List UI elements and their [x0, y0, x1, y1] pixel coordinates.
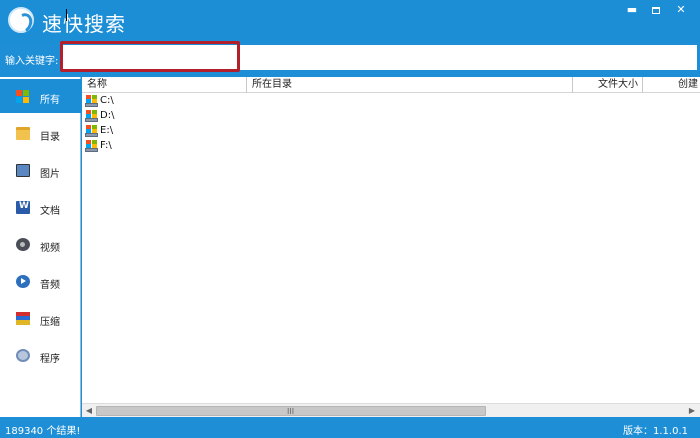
sidebar-item-label: 图片 [40, 169, 60, 180]
title-bar[interactable]: 速快搜索 ▬ ✕ [0, 0, 700, 42]
row-name: D:\ [100, 110, 115, 121]
close-button[interactable]: ✕ [670, 2, 692, 18]
column-header-created[interactable]: 创建 [643, 77, 700, 93]
drive-icon [85, 140, 98, 152]
sidebar-item-label: 文档 [40, 206, 60, 217]
results-list: 名称 所在目录 文件大小 创建 C:\ D:\ E:\ F:\ ◀ III ▶ [82, 77, 700, 417]
scroll-right-icon[interactable]: ▶ [687, 406, 697, 416]
maximize-button[interactable] [645, 2, 667, 18]
sidebar-item-label: 目录 [40, 132, 60, 143]
drive-icon [85, 110, 98, 122]
app-logo-icon [8, 7, 34, 33]
sidebar-item-folders[interactable]: 目录 [0, 116, 81, 150]
sidebar-item-archives[interactable]: 压缩 [0, 301, 81, 335]
category-sidebar: 所有 目录 图片 文档 视频 音频 压缩 程序 [0, 77, 81, 417]
folder-icon [16, 127, 30, 140]
sidebar-item-videos[interactable]: 视频 [0, 227, 81, 261]
search-highlight-annotation [60, 41, 240, 72]
sidebar-item-programs[interactable]: 程序 [0, 338, 81, 372]
status-bar: 189340 个结果! 版本：1.1.0.1 [0, 418, 700, 438]
search-label: 输入关键字: [5, 56, 59, 67]
scroll-grip: III [287, 407, 295, 416]
sidebar-item-label: 程序 [40, 354, 60, 365]
archive-icon [16, 312, 30, 325]
sidebar-item-audio[interactable]: 音频 [0, 264, 81, 298]
image-icon [16, 164, 30, 177]
all-icon [16, 90, 30, 103]
minimize-button[interactable]: ▬ [621, 2, 643, 18]
scroll-thumb[interactable]: III [96, 406, 486, 416]
sidebar-item-label: 压缩 [40, 317, 60, 328]
sidebar-item-label: 音频 [40, 280, 60, 291]
table-row[interactable]: D:\ [82, 109, 700, 124]
table-header: 名称 所在目录 文件大小 创建 [82, 77, 700, 93]
table-row[interactable]: F:\ [82, 139, 700, 154]
row-name: F:\ [100, 140, 112, 151]
scroll-left-icon[interactable]: ◀ [84, 406, 94, 416]
program-icon [16, 349, 30, 362]
sidebar-item-label: 视频 [40, 243, 60, 254]
app-title: 速快搜索 [42, 12, 126, 36]
result-count: 189340 个结果! [5, 426, 81, 437]
column-header-size[interactable]: 文件大小 [573, 77, 643, 93]
text-caret [66, 9, 67, 21]
column-header-directory[interactable]: 所在目录 [247, 77, 573, 93]
sidebar-item-label: 所有 [40, 95, 60, 106]
horizontal-scrollbar[interactable]: ◀ III ▶ [82, 403, 700, 417]
row-name: C:\ [100, 95, 114, 106]
audio-icon [16, 275, 30, 288]
app-window: 速快搜索 ▬ ✕ 输入关键字: 所有 目录 图片 文档 视频 [0, 0, 700, 438]
table-body: C:\ D:\ E:\ F:\ [82, 94, 700, 154]
table-row[interactable]: C:\ [82, 94, 700, 109]
drive-icon [85, 95, 98, 107]
drive-icon [85, 125, 98, 137]
maximize-icon [652, 6, 660, 14]
sidebar-item-documents[interactable]: 文档 [0, 190, 81, 224]
row-name: E:\ [100, 125, 114, 136]
table-row[interactable]: E:\ [82, 124, 700, 139]
sidebar-item-all[interactable]: 所有 [0, 79, 81, 113]
video-icon [16, 238, 30, 251]
version-label: 版本：1.1.0.1 [623, 426, 688, 437]
sidebar-item-images[interactable]: 图片 [0, 153, 81, 187]
column-header-name[interactable]: 名称 [82, 77, 247, 93]
document-icon [16, 201, 30, 214]
